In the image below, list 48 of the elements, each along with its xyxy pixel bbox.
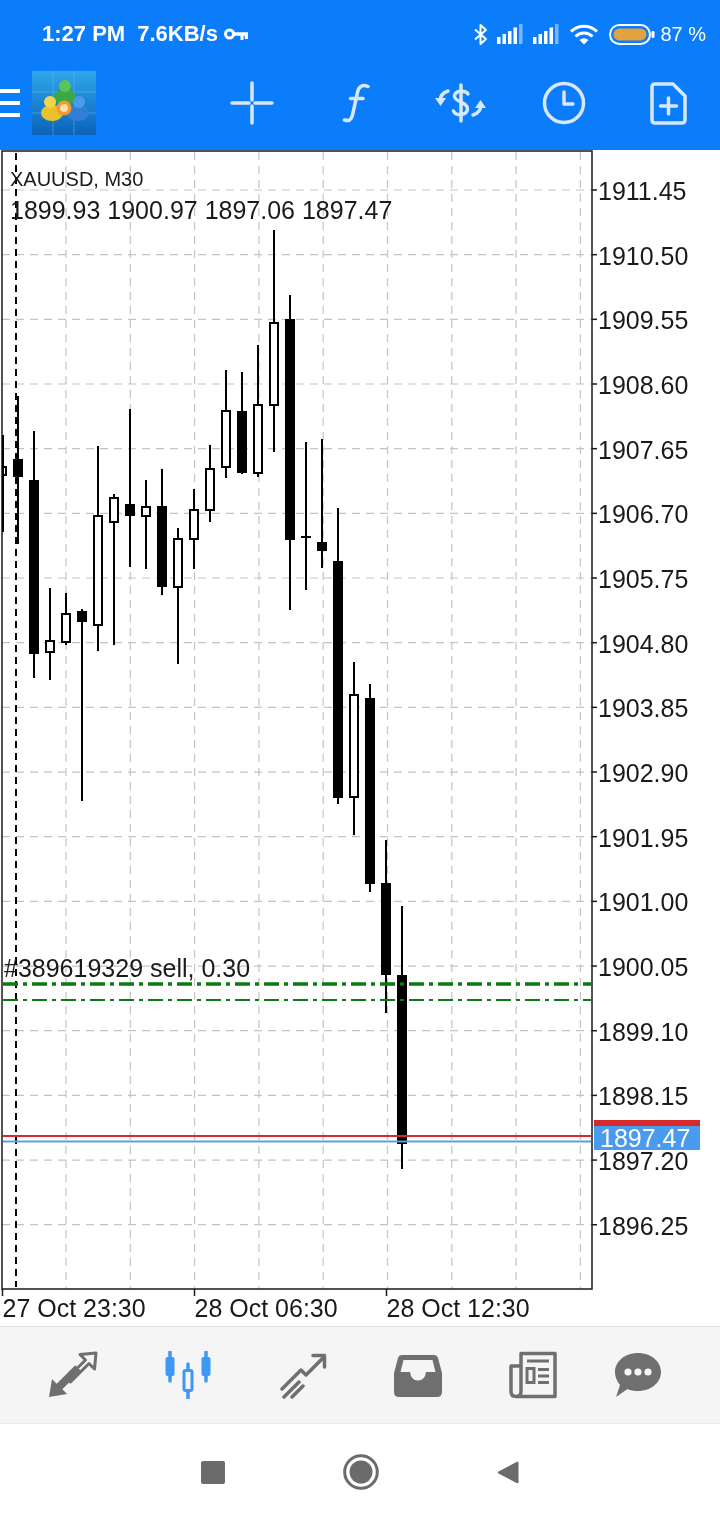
arrows-icon[interactable]: [47, 1351, 98, 1399]
price-label: 1896.25: [598, 1211, 689, 1240]
crosshair-icon[interactable]: [230, 81, 274, 125]
order-label: #389619329 sell, 0.30: [4, 954, 251, 982]
price-label: 1910.50: [598, 241, 689, 270]
newspaper-icon[interactable]: [507, 1351, 558, 1399]
time-label: 28 Oct 06:30: [194, 1294, 338, 1322]
price-label: 1902.90: [598, 759, 689, 788]
trend-arrow-icon[interactable]: [278, 1351, 327, 1399]
square-icon[interactable]: [200, 1460, 225, 1484]
ring-icon[interactable]: [342, 1454, 379, 1490]
app-logo-icon: [32, 71, 96, 135]
triangle-icon[interactable]: [496, 1460, 520, 1484]
new-document-icon[interactable]: [649, 81, 687, 125]
network-speed: 7.6KB/s: [137, 22, 218, 46]
bid-price-tag: 1897.47: [594, 1123, 700, 1152]
price-label: 1899.10: [598, 1017, 689, 1046]
price-label: 1903.85: [598, 694, 689, 723]
price-label: 1901.95: [598, 823, 689, 852]
chat-bubble-icon[interactable]: [614, 1352, 662, 1398]
signal-icon: [533, 24, 560, 44]
symbol-timeframe: XAUUSD, M30: [10, 168, 144, 190]
signal-icon: [497, 24, 524, 44]
function-icon[interactable]: [342, 83, 370, 123]
menu-icon[interactable]: [0, 89, 20, 117]
price-label: 1906.70: [598, 500, 689, 529]
key-icon: [223, 27, 248, 41]
price-label: 1905.75: [598, 565, 689, 593]
inbox-tray-icon[interactable]: [393, 1353, 442, 1397]
bluetooth-icon: [473, 22, 490, 46]
price-label: 1901.00: [598, 888, 689, 917]
price-label: 1904.80: [598, 629, 689, 658]
price-label: 1907.65: [598, 435, 689, 464]
status-time: 1:27 PM: [42, 22, 126, 46]
dollar-arrows-icon[interactable]: [433, 83, 487, 123]
time-label: 27 Oct 23:30: [2, 1294, 146, 1322]
price-label: 1900.05: [598, 953, 689, 982]
price-label: 1911.45: [598, 177, 687, 205]
candle: [61, 592, 71, 646]
ohlc-values: 1899.93 1900.97 1897.06 1897.47: [10, 196, 393, 224]
price-label: 1898.15: [598, 1082, 689, 1111]
time-label: 28 Oct 12:30: [386, 1294, 530, 1322]
clock-icon[interactable]: [542, 81, 586, 125]
wifi-icon: [569, 23, 600, 45]
battery-percent: 87 %: [660, 23, 706, 45]
price-label: 1909.55: [598, 306, 689, 335]
price-label: 1908.60: [598, 371, 689, 399]
battery-icon: [609, 23, 656, 45]
